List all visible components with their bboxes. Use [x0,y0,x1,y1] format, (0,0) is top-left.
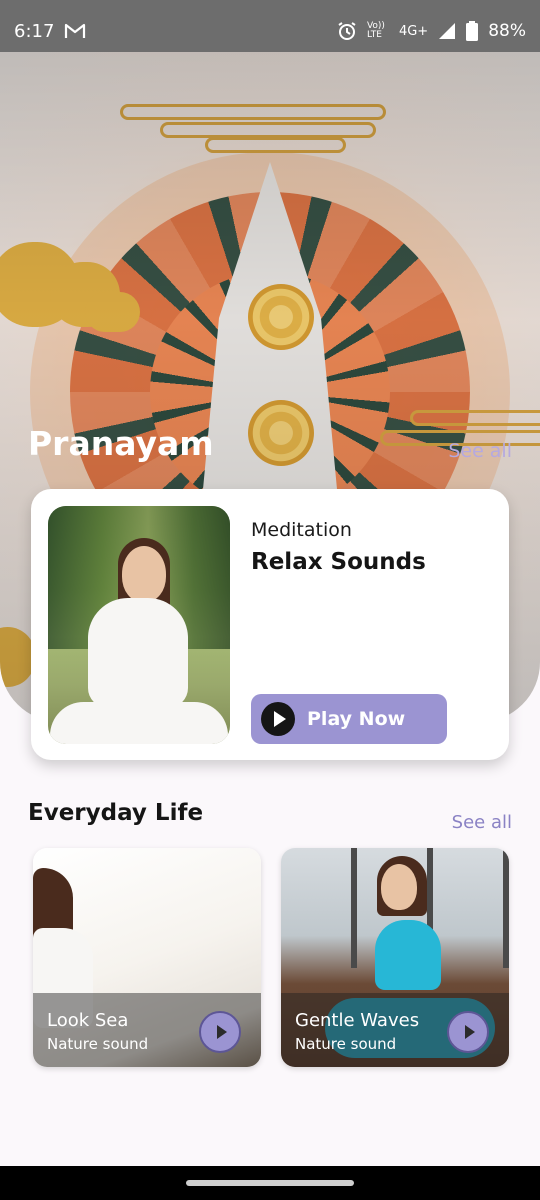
signal-icon [439,23,456,39]
status-right: Vo)) LTE 4G+ 88% [337,21,526,41]
play-now-button[interactable]: Play Now [251,694,447,744]
play-icon[interactable] [199,1011,241,1053]
person-top [375,920,441,990]
volte-label: Vo)) LTE [366,21,385,40]
battery-icon [466,21,479,41]
featured-card[interactable]: Meditation Relax Sounds Play Now [31,489,509,760]
play-icon[interactable] [447,1011,489,1053]
featured-category: Meditation [251,519,352,541]
meditation-photo [48,506,230,744]
sound-card-look-sea[interactable]: Look Sea Nature sound [33,848,261,1067]
home-gesture-handle[interactable] [186,1180,354,1186]
section-title-pranayam: Pranayam [28,424,214,463]
section-title-everyday-life: Everyday Life [28,800,204,826]
system-navigation-bar [0,1166,540,1200]
person-body [88,598,188,708]
person-legs [50,702,228,744]
network-label: 4G+ [398,23,429,39]
card-subtitle: Nature sound [295,1035,397,1053]
person-head [381,864,417,910]
play-now-label: Play Now [307,708,406,730]
person-head [122,546,166,602]
play-icon [261,702,295,736]
alarm-icon [338,22,356,40]
card-subtitle: Nature sound [47,1035,149,1053]
battery-percent: 88% [488,21,526,41]
gmail-icon [65,23,86,38]
see-all-everyday-link[interactable]: See all [452,812,512,833]
card-title: Look Sea [47,1010,129,1031]
featured-title: Relax Sounds [251,549,426,575]
status-time: 6:17 [14,20,55,42]
status-left: 6:17 [14,21,86,42]
sound-card-gentle-waves[interactable]: Gentle Waves Nature sound [281,848,509,1067]
see-all-pranayam-link[interactable]: See all [448,440,512,462]
card-title: Gentle Waves [295,1010,420,1031]
